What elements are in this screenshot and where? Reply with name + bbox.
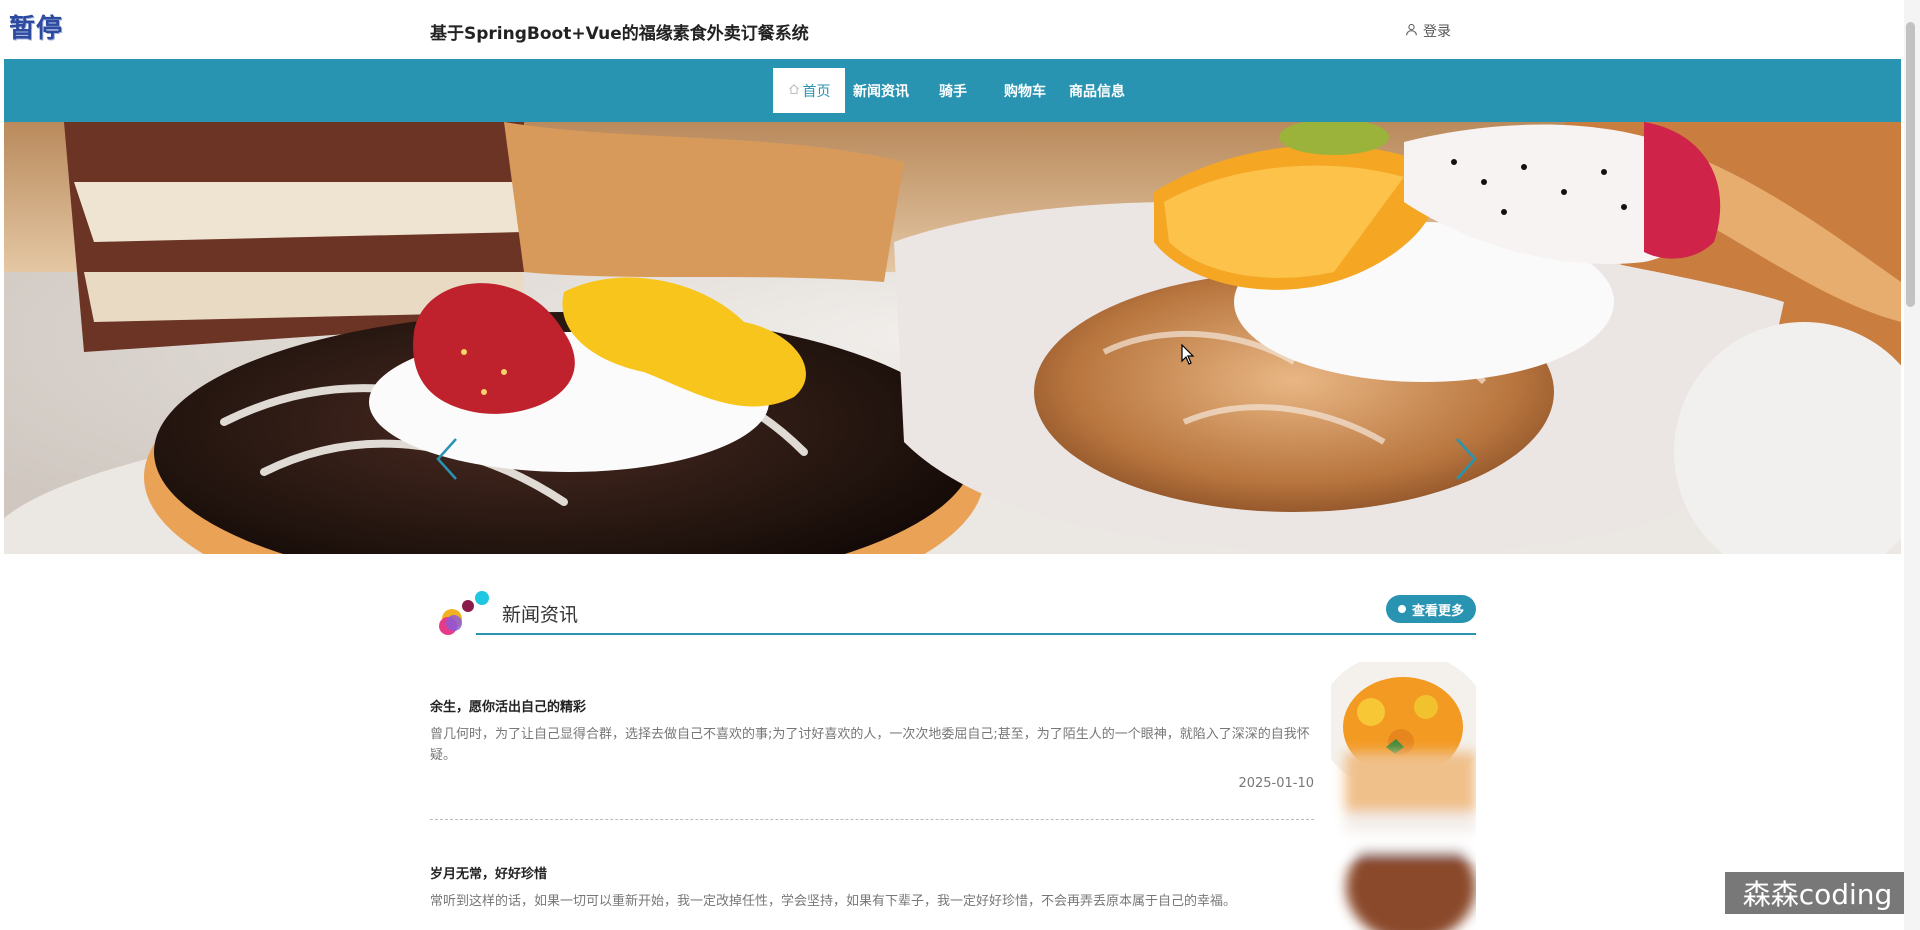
news-item[interactable]: 余生，愿你活出自己的精彩 曾几何时，为了让自己显得合群，选择去做自己不喜欢的事;… [430,696,1314,791]
news-divider [430,819,1314,820]
carousel-next-button[interactable] [1451,437,1481,481]
nav-item-home-label: 首页 [802,83,831,100]
nav-item-rider[interactable]: 骑手 [917,68,989,113]
login-link[interactable]: 登录 [1405,21,1451,41]
login-label: 登录 [1423,24,1451,40]
news-thumbnails [1331,662,1476,930]
banner-image [4,122,1901,554]
nav-item-cart[interactable]: 购物车 [989,68,1061,113]
chevron-left-icon [436,438,457,480]
news-item-desc: 曾几何时，为了让自己显得合群，选择去做自己不喜欢的事;为了讨好喜欢的人，一次次地… [430,727,1310,763]
view-more-button[interactable]: 查看更多 [1386,595,1476,623]
main-nav: 首页 新闻资讯 骑手 购物车 商品信息 [4,59,1901,122]
view-more-label: 查看更多 [1411,603,1464,619]
news-item[interactable]: 岁月无常，好好珍惜 常听到这样的话，如果一切可以重新开始，我一定改掉任性，学会坚… [430,863,1314,912]
watermark: 森森coding [1725,872,1910,914]
nav-item-news[interactable]: 新闻资讯 [845,68,917,113]
nav-item-goods[interactable]: 商品信息 [1061,68,1133,113]
news-logo-icon [439,591,489,635]
scrollbar-thumb[interactable] [1906,22,1915,307]
dot-icon [1397,605,1406,613]
mouse-cursor-icon [1181,344,1195,365]
home-icon [788,83,800,99]
page: 暂停 基于SpringBoot+Vue的福缘素食外卖订餐系统 登录 首页 新闻资… [0,0,1920,930]
banner-carousel[interactable] [4,122,1901,554]
news-item-title[interactable]: 岁月无常，好好珍惜 [430,863,1314,882]
pause-badge: 暂停 [9,14,64,44]
news-item-date: 2025-01-10 [1238,776,1314,791]
news-section-divider [476,633,1476,635]
news-item-desc: 常听到这样的话，如果一切可以重新开始，我一定改掉任性，学会坚持，如果有下辈子，我… [430,894,1237,909]
nav-item-home[interactable]: 首页 [773,68,845,113]
user-icon [1405,23,1418,40]
news-thumbnail-image[interactable] [1331,662,1476,930]
site-title: 基于SpringBoot+Vue的福缘素食外卖订餐系统 [430,24,809,44]
news-section-header: 新闻资讯 查看更多 [430,590,1476,638]
news-section-title: 新闻资讯 [502,604,579,626]
carousel-prev-button[interactable] [432,437,462,481]
nav-items: 首页 新闻资讯 骑手 购物车 商品信息 [773,68,1133,113]
chevron-right-icon [1456,438,1477,480]
news-item-title[interactable]: 余生，愿你活出自己的精彩 [430,696,1314,715]
